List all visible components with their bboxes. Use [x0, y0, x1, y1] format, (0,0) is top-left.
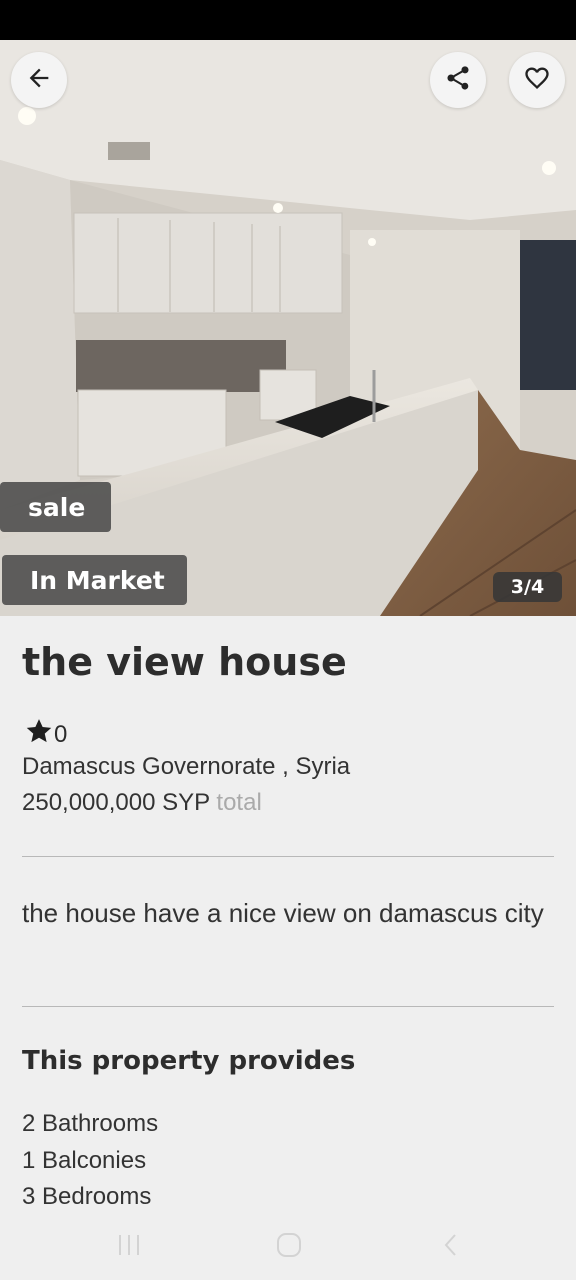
rating-value: 0 — [54, 720, 68, 748]
system-nav-bar — [0, 1222, 576, 1280]
favorite-button[interactable] — [509, 52, 565, 108]
recent-apps-button[interactable] — [104, 1222, 154, 1272]
divider — [22, 856, 554, 857]
star-icon — [24, 716, 54, 753]
listing-description: the house have a nice view on damascus c… — [22, 898, 544, 928]
chevron-left-icon — [443, 1232, 459, 1263]
rating: 0 — [24, 716, 67, 753]
home-icon — [276, 1232, 302, 1263]
recent-apps-icon — [116, 1233, 142, 1262]
photo-counter: 3/4 — [493, 572, 562, 602]
feature-item: 1 Balconies — [22, 1146, 147, 1174]
listing-type-badge: sale — [0, 482, 111, 532]
system-back-button[interactable] — [426, 1222, 476, 1272]
price-unit: total — [216, 789, 262, 816]
back-button[interactable] — [11, 52, 67, 108]
features-heading: This property provides — [22, 1046, 356, 1076]
photo-gallery[interactable]: sale In Market 3/4 — [0, 40, 576, 616]
status-bar — [0, 0, 576, 40]
divider — [22, 1006, 554, 1007]
feature-item: 3 Bedrooms — [22, 1183, 152, 1210]
listing-status-badge: In Market — [2, 555, 187, 605]
share-button[interactable] — [430, 52, 486, 108]
arrow-left-icon — [25, 64, 53, 97]
listing-title: the view house — [22, 640, 347, 684]
heart-icon — [523, 64, 551, 97]
listing-location: Damascus Governorate , Syria — [22, 753, 351, 780]
share-icon — [444, 64, 472, 97]
home-button[interactable] — [264, 1222, 314, 1272]
price-value: 250,000,000 SYP — [22, 789, 210, 816]
feature-item: 2 Bathrooms — [22, 1110, 159, 1137]
features-list: 2 Bathrooms 1 Balconies 3 Bedrooms — [22, 1106, 158, 1216]
listing-price: 250,000,000 SYP total — [22, 789, 262, 817]
